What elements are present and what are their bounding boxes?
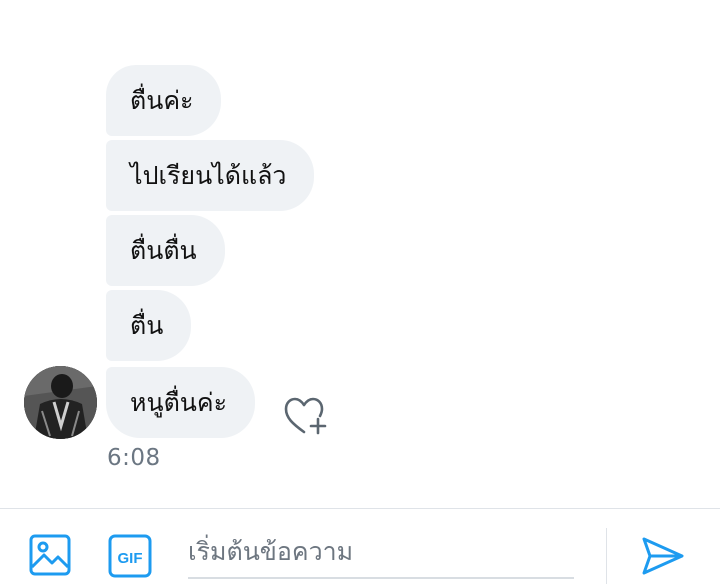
message-list[interactable]: ตื่นค่ะ ไปเรียนได้แล้ว ตื่นตื่น ตื่น หนู… [0, 0, 720, 508]
message-timestamp: 6:08 [107, 445, 161, 471]
message-composer: GIF [0, 509, 720, 584]
gif-label: GIF [118, 550, 143, 567]
message-text: ตื่นตื่น [130, 236, 197, 265]
message-text: หนูตื่นค่ะ [130, 388, 228, 417]
message-text: ไปเรียนได้แล้ว [130, 161, 287, 190]
message-bubble[interactable]: ไปเรียนได้แล้ว [106, 140, 315, 211]
avatar-image [24, 366, 97, 439]
image-icon[interactable] [29, 534, 71, 576]
sender-avatar[interactable] [24, 366, 97, 439]
send-icon[interactable] [641, 536, 685, 576]
message-bubble[interactable]: ตื่นตื่น [106, 215, 225, 286]
gif-icon[interactable]: GIF [108, 534, 152, 578]
message-input[interactable] [188, 529, 574, 573]
message-bubble[interactable]: ตื่น [106, 290, 192, 361]
dm-conversation-screen: ตื่นค่ะ ไปเรียนได้แล้ว ตื่นตื่น ตื่น หนู… [0, 0, 720, 584]
message-bubble[interactable]: หนูตื่นค่ะ [106, 367, 256, 438]
send-separator [606, 528, 607, 584]
message-text: ตื่น [130, 311, 164, 340]
react-heart-plus-icon[interactable] [283, 395, 329, 437]
message-text: ตื่นค่ะ [130, 86, 194, 115]
message-input-wrapper [188, 529, 574, 579]
message-bubble[interactable]: ตื่นค่ะ [106, 65, 222, 136]
